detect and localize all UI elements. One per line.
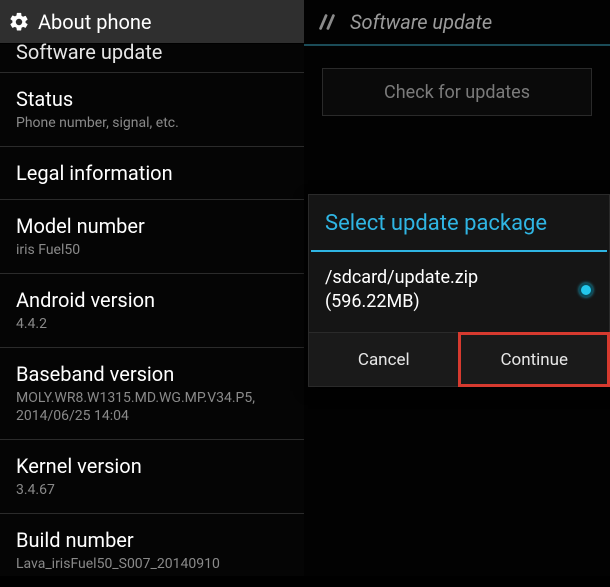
header-title: About phone xyxy=(38,10,152,34)
package-size: (596.22MB) xyxy=(325,290,478,314)
button-label: Check for updates xyxy=(384,82,530,103)
dialog-button-bar: Cancel Continue xyxy=(309,332,609,386)
list-item-baseband-version[interactable]: Baseband version MOLY.WR8.W1315.MD.WG.MP… xyxy=(0,348,304,439)
check-for-updates-button[interactable]: Check for updates xyxy=(322,68,592,116)
list-item-status[interactable]: Status Phone number, signal, etc. xyxy=(0,73,304,146)
list-item-title: Model number xyxy=(16,214,288,238)
settings-gear-icon xyxy=(8,11,30,33)
select-update-package-dialog: Select update package /sdcard/update.zip… xyxy=(308,194,610,387)
list-item-title: Legal information xyxy=(16,161,288,185)
list-item-build-number[interactable]: Build number Lava_irisFuel50_S007_201409… xyxy=(0,514,304,587)
list-item-legal-information[interactable]: Legal information xyxy=(0,147,304,199)
button-label: Cancel xyxy=(358,350,410,370)
continue-button[interactable]: Continue xyxy=(459,333,610,386)
dialog-title: Select update package xyxy=(309,195,609,250)
software-update-panel: Software update Check for updates Select… xyxy=(304,0,610,576)
about-phone-panel: About phone Software update Status Phone… xyxy=(0,0,304,576)
list-item-android-version[interactable]: Android version 4.4.2 xyxy=(0,274,304,347)
list-item-model-number[interactable]: Model number iris Fuel50 xyxy=(0,200,304,273)
list-item-title: Status xyxy=(16,87,288,111)
app-icon xyxy=(316,11,338,33)
list-item-title: Android version xyxy=(16,288,288,312)
list-item-title: Kernel version xyxy=(16,454,288,478)
package-path: /sdcard/update.zip xyxy=(325,266,478,290)
header-title: Software update xyxy=(350,10,492,34)
button-label: Continue xyxy=(500,350,568,370)
list-item-software-update[interactable]: Software update xyxy=(0,44,304,72)
list-item-kernel-version[interactable]: Kernel version 3.4.67 xyxy=(0,440,304,513)
radio-selected-icon[interactable] xyxy=(579,283,593,297)
list-item-subtitle: iris Fuel50 xyxy=(16,241,288,259)
list-item-subtitle: Lava_irisFuel50_S007_20140910 xyxy=(16,555,288,573)
cancel-button[interactable]: Cancel xyxy=(309,333,459,386)
list-item-subtitle: MOLY.WR8.W1315.MD.WG.MP.V34.P5, 2014/06/… xyxy=(16,389,288,425)
list-item-subtitle: 4.4.2 xyxy=(16,315,288,333)
list-item-title: Software update xyxy=(16,42,162,62)
dialog-option-row[interactable]: /sdcard/update.zip (596.22MB) xyxy=(309,252,609,332)
about-phone-header: About phone xyxy=(0,0,304,44)
list-item-title: Baseband version xyxy=(16,362,288,386)
list-item-subtitle: Phone number, signal, etc. xyxy=(16,114,288,132)
header-divider xyxy=(304,44,610,46)
software-update-header: Software update xyxy=(304,0,610,44)
list-item-subtitle: 3.4.67 xyxy=(16,481,288,499)
list-item-title: Build number xyxy=(16,528,288,552)
package-info: /sdcard/update.zip (596.22MB) xyxy=(325,266,478,314)
